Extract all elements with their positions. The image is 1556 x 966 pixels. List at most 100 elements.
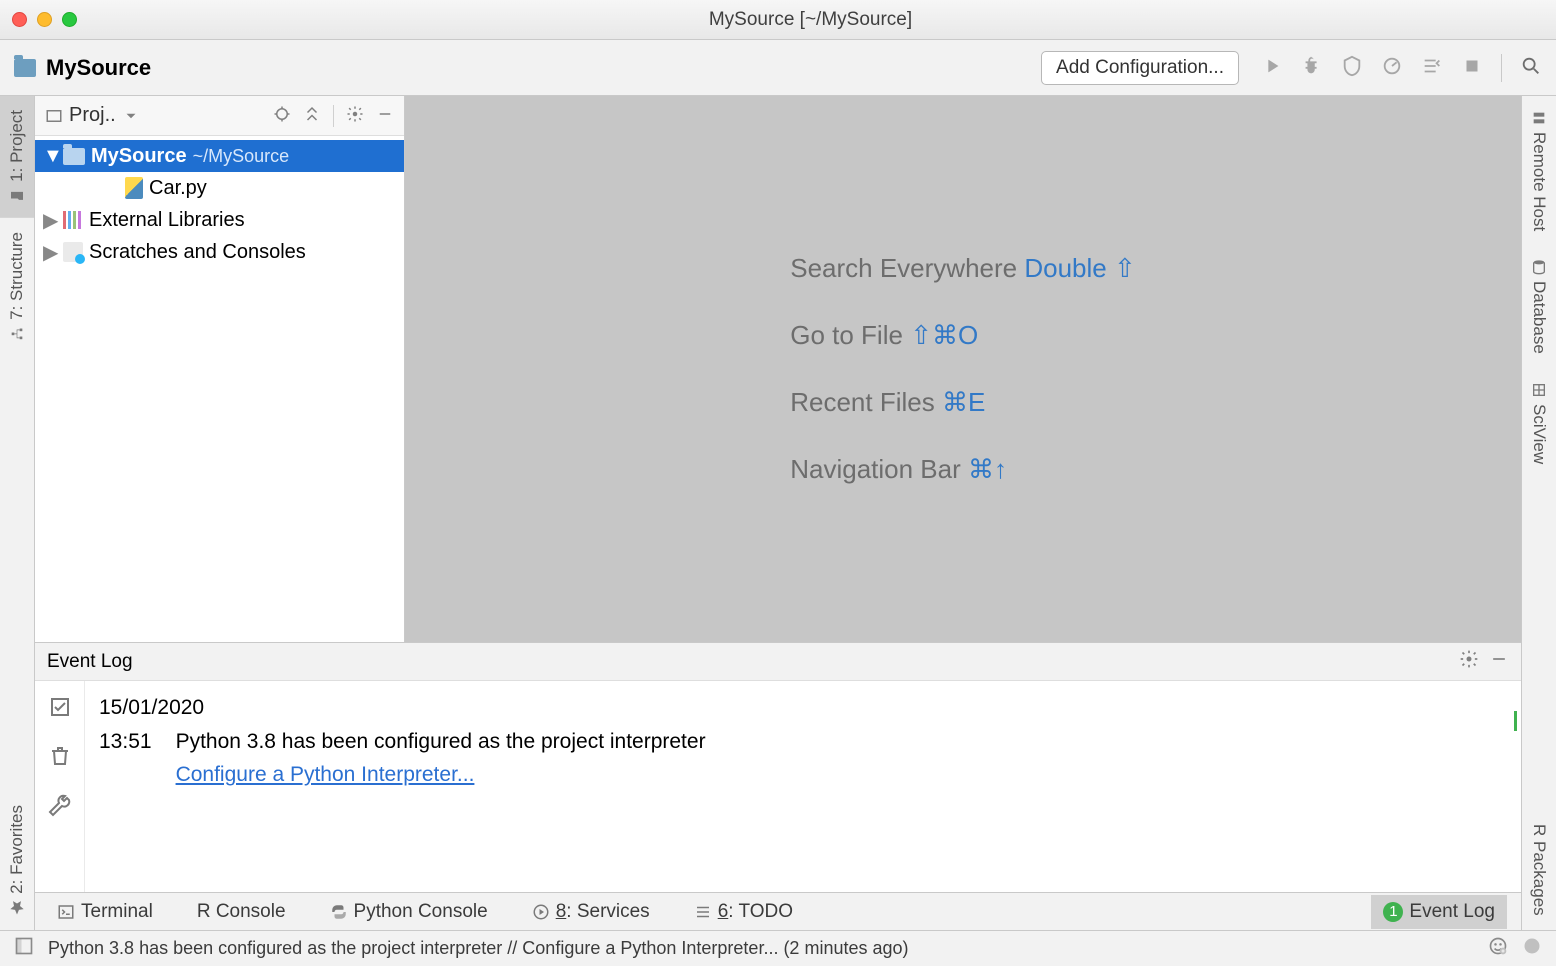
right-toolwindow-stripe: Remote Host Database SciView R Packages: [1521, 96, 1556, 930]
separator: [333, 105, 334, 127]
chevron-right-icon[interactable]: ▶: [43, 208, 57, 233]
run-icon[interactable]: [1261, 55, 1283, 80]
tree-item-path: ~/MySource: [193, 146, 290, 167]
settings-icon[interactable]: [1459, 649, 1479, 675]
tree-item-name: MySource: [91, 145, 187, 168]
chevron-down-icon: [122, 107, 140, 125]
toolwindow-tab-favorites[interactable]: 2: Favorites: [0, 791, 34, 930]
toolwindow-tab-remote-host[interactable]: Remote Host: [1522, 96, 1556, 245]
toolwindow-tab-label: 1: Project: [7, 110, 27, 182]
toolwindow-tab-structure[interactable]: 7: Structure: [0, 218, 34, 356]
hint-shortcut: ⌘E: [942, 387, 985, 417]
toolwindow-tab-sciview[interactable]: SciView: [1522, 368, 1556, 478]
hint-label: Go to File: [790, 320, 903, 350]
hint-shortcut: Double ⇧: [1024, 253, 1135, 283]
chevron-right-icon[interactable]: ▶: [43, 240, 57, 265]
search-icon[interactable]: [1520, 55, 1542, 80]
python-file-icon: [125, 177, 143, 199]
event-log-header: Event Log: [35, 643, 1521, 681]
project-folder-icon: [14, 59, 36, 77]
tab-label: 8: Services: [556, 901, 650, 923]
hector-icon[interactable]: [1488, 936, 1508, 961]
tab-label: Python Console: [354, 901, 488, 923]
status-bar: Python 3.8 has been configured as the pr…: [0, 930, 1556, 966]
window-controls: [12, 12, 77, 27]
debug-icon[interactable]: [1301, 55, 1323, 80]
event-log-body: 15/01/2020 13:51 Python 3.8 has been con…: [35, 681, 1521, 892]
event-log-gutter: [35, 681, 85, 892]
tree-external-libraries[interactable]: ▶ External Libraries: [35, 204, 404, 236]
hide-icon[interactable]: [376, 105, 394, 126]
toolwindow-tab-label: Remote Host: [1529, 132, 1549, 231]
breadcrumb-project[interactable]: MySource: [46, 55, 151, 81]
main-area: 1: Project 7: Structure 2: Favorites Pro…: [0, 96, 1556, 930]
hint-label: Search Everywhere: [790, 253, 1017, 283]
attach-icon[interactable]: [1421, 55, 1443, 80]
maximize-icon[interactable]: [62, 12, 77, 27]
toolwindow-tab-label: 7: Structure: [7, 232, 27, 320]
tab-label: 6: TODO: [718, 901, 793, 923]
toolwindow-tab-label: SciView: [1529, 404, 1549, 464]
project-view-selector[interactable]: Proj..: [45, 104, 140, 127]
profile-icon[interactable]: [1381, 55, 1403, 80]
tab-label: Event Log: [1409, 901, 1495, 923]
toolwindow-tab-label: R Packages: [1529, 824, 1549, 916]
event-log-content[interactable]: 15/01/2020 13:51 Python 3.8 has been con…: [85, 681, 1521, 892]
toolwindow-tab-database[interactable]: Database: [1522, 245, 1556, 368]
toolwindow-tab-r-console[interactable]: R Console: [189, 895, 294, 929]
trash-icon[interactable]: [48, 744, 72, 771]
memory-indicator-icon[interactable]: [1522, 936, 1542, 961]
library-icon: [63, 211, 83, 229]
server-icon: [1531, 110, 1547, 126]
scratch-icon: [63, 242, 83, 262]
structure-icon: [9, 326, 25, 342]
hide-icon[interactable]: [1489, 649, 1509, 675]
database-icon: [1531, 259, 1547, 275]
stop-icon[interactable]: [1461, 55, 1483, 80]
folder-icon: [9, 188, 25, 204]
toolwindow-tab-r-packages[interactable]: R Packages: [1522, 810, 1556, 930]
toolwindow-tab-terminal[interactable]: Terminal: [49, 895, 161, 929]
navigation-toolbar: MySource Add Configuration...: [0, 40, 1556, 96]
event-date: 15/01/2020: [99, 691, 1507, 725]
folder-icon: [63, 148, 85, 165]
close-icon[interactable]: [12, 12, 27, 27]
configure-interpreter-link[interactable]: Configure a Python Interpreter...: [176, 758, 475, 792]
project-pane-header: Proj..: [35, 96, 404, 136]
project-tree[interactable]: ▼ MySource ~/MySource Car.py ▶ External …: [35, 136, 404, 272]
toolwindow-tab-todo[interactable]: 6: TODO: [686, 895, 801, 929]
event-marker: [1514, 711, 1517, 731]
event-log-title: Event Log: [47, 651, 133, 673]
settings-icon[interactable]: [346, 105, 364, 126]
event-time: 13:51: [99, 725, 152, 759]
chevron-down-icon[interactable]: ▼: [43, 145, 57, 168]
tree-file-item[interactable]: Car.py: [35, 172, 404, 204]
toolwindows-icon[interactable]: [14, 936, 34, 961]
window-titlebar: MySource [~/MySource]: [0, 0, 1556, 40]
event-message: Python 3.8 has been configured as the pr…: [176, 725, 706, 759]
tab-label: Terminal: [81, 901, 153, 923]
toolwindow-tab-event-log[interactable]: 1 Event Log: [1371, 895, 1507, 929]
wrench-icon[interactable]: [48, 793, 72, 820]
hint-navigation-bar: Navigation Bar ⌘↑: [790, 454, 1136, 485]
toolwindow-tab-python-console[interactable]: Python Console: [322, 895, 496, 929]
add-configuration-button[interactable]: Add Configuration...: [1041, 51, 1239, 85]
coverage-icon[interactable]: [1341, 55, 1363, 80]
tree-project-root[interactable]: ▼ MySource ~/MySource: [35, 140, 404, 172]
event-log-panel: Event Log 15/01/2020 13:51 Python 3.8 ha…: [35, 642, 1521, 892]
window-title: MySource [~/MySource]: [77, 9, 1544, 31]
tree-item-name: Car.py: [149, 177, 207, 200]
collapse-all-icon[interactable]: [303, 105, 321, 126]
bottom-toolwindow-bar: Terminal R Console Python Console 8: Ser…: [35, 892, 1521, 930]
toolwindow-tab-services[interactable]: 8: Services: [524, 895, 658, 929]
tree-item-name: Scratches and Consoles: [89, 241, 306, 264]
locate-icon[interactable]: [273, 105, 291, 126]
minimize-icon[interactable]: [37, 12, 52, 27]
toolwindow-tab-project[interactable]: 1: Project: [0, 96, 34, 218]
todo-icon: [694, 903, 712, 921]
project-tool-window: Proj.. ▼ MySource ~/MySource: [35, 96, 405, 642]
hint-shortcut: ⇧⌘O: [910, 320, 978, 350]
mark-read-icon[interactable]: [48, 695, 72, 722]
tree-scratches[interactable]: ▶ Scratches and Consoles: [35, 236, 404, 268]
editor-empty-state: Search Everywhere Double ⇧ Go to File ⇧⌘…: [405, 96, 1521, 642]
